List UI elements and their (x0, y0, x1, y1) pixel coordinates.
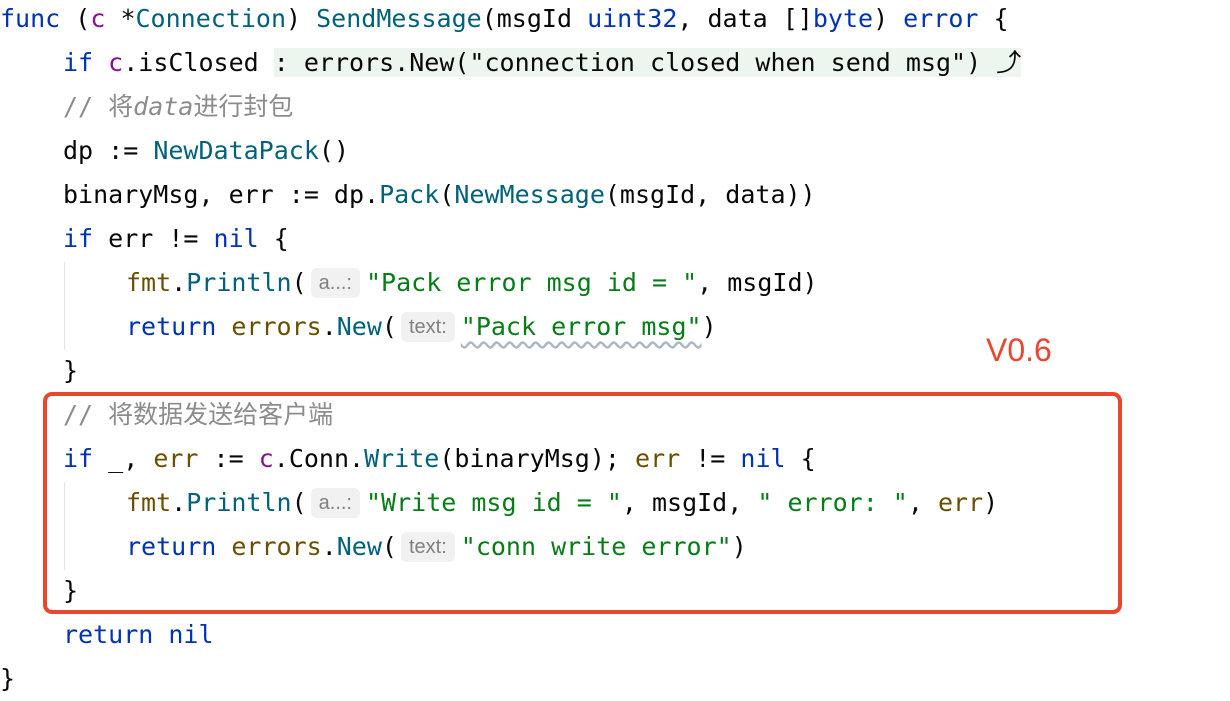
code-token: fmt (126, 268, 172, 297)
code-token: if (63, 48, 94, 77)
parameter-hint: a...: (310, 268, 360, 298)
code-token: binaryMsg, err := dp. (63, 180, 380, 209)
highlight-box (43, 392, 1122, 614)
code-token: { (978, 4, 1009, 33)
code-token: } (63, 356, 79, 385)
code-token: . (321, 312, 337, 341)
code-token: c (90, 4, 106, 33)
code-token: * (105, 4, 136, 33)
code-token: error (903, 4, 979, 33)
code-token: "Pack error msg" (460, 312, 702, 341)
code-line[interactable]: // 将data进行封包 (63, 85, 293, 129)
code-token: ( (60, 4, 91, 33)
code-token: ) (873, 4, 904, 33)
code-token: nil (168, 620, 214, 649)
code-token: () (318, 136, 349, 165)
code-token: ( (381, 312, 397, 341)
code-token: if (63, 224, 94, 253)
code-line[interactable]: dp := NewDataPack() (63, 129, 349, 173)
code-token: func (0, 4, 61, 33)
code-line[interactable]: } (0, 657, 15, 701)
code-token: (msgId (481, 4, 588, 33)
code-token: dp := (63, 136, 154, 165)
code-line[interactable]: if err != nil { (63, 217, 289, 261)
parameter-hint: text: (400, 312, 455, 342)
code-token: New (336, 312, 382, 341)
code-token: , data [] (677, 4, 813, 33)
code-token: errors (231, 312, 322, 341)
code-line[interactable]: } (63, 349, 78, 393)
code-token: // 将 (63, 92, 134, 121)
code-line[interactable]: return nil (63, 613, 214, 657)
code-token: ( (439, 180, 455, 209)
code-token: c (108, 48, 124, 77)
code-token: data (133, 92, 194, 121)
code-token: ) (286, 4, 317, 33)
code-token: ( (291, 268, 307, 297)
code-token: byte (812, 4, 874, 33)
code-token: , msgId) (697, 268, 818, 297)
code-token: return (126, 312, 217, 341)
code-token: uint32 (587, 4, 678, 33)
code-token: . (171, 268, 187, 297)
code-line[interactable]: return errors.New(text: "Pack error msg") (126, 305, 717, 349)
code-token: nil (213, 224, 259, 253)
code-token: Pack (379, 180, 440, 209)
code-line[interactable]: binaryMsg, err := dp.Pack(NewMessage(msg… (63, 173, 816, 217)
code-token: return (63, 620, 154, 649)
code-token: NewMessage (454, 180, 605, 209)
code-editor[interactable]: } return nil} return errors.New(text: "conn… (0, 0, 1230, 696)
code-token: "Pack error msg id = " (366, 268, 698, 297)
code-token: .isClosed (123, 48, 274, 77)
code-token: ) (701, 312, 717, 341)
code-token: (msgId, data)) (604, 180, 816, 209)
code-token: Println (186, 268, 292, 297)
code-token: Connection (135, 4, 287, 33)
code-token: } (0, 664, 16, 693)
code-line[interactable]: func (c *Connection) SendMessage(msgId u… (0, 0, 1009, 41)
folded-code-region[interactable]: : errors.New("connection closed when sen… (273, 48, 1022, 77)
version-annotation: V0.6 (986, 332, 1052, 368)
code-line[interactable]: fmt.Println(a...: "Pack error msg id = ",… (126, 261, 818, 305)
code-token: SendMessage (316, 4, 482, 33)
code-token: err != (93, 224, 214, 253)
code-token: NewDataPack (153, 136, 319, 165)
code-token: { (258, 224, 289, 253)
code-line[interactable]: if c.isClosed : errors.New("connection c… (63, 41, 1022, 85)
code-token: 进行封包 (193, 92, 294, 121)
indent-guide (64, 262, 65, 350)
